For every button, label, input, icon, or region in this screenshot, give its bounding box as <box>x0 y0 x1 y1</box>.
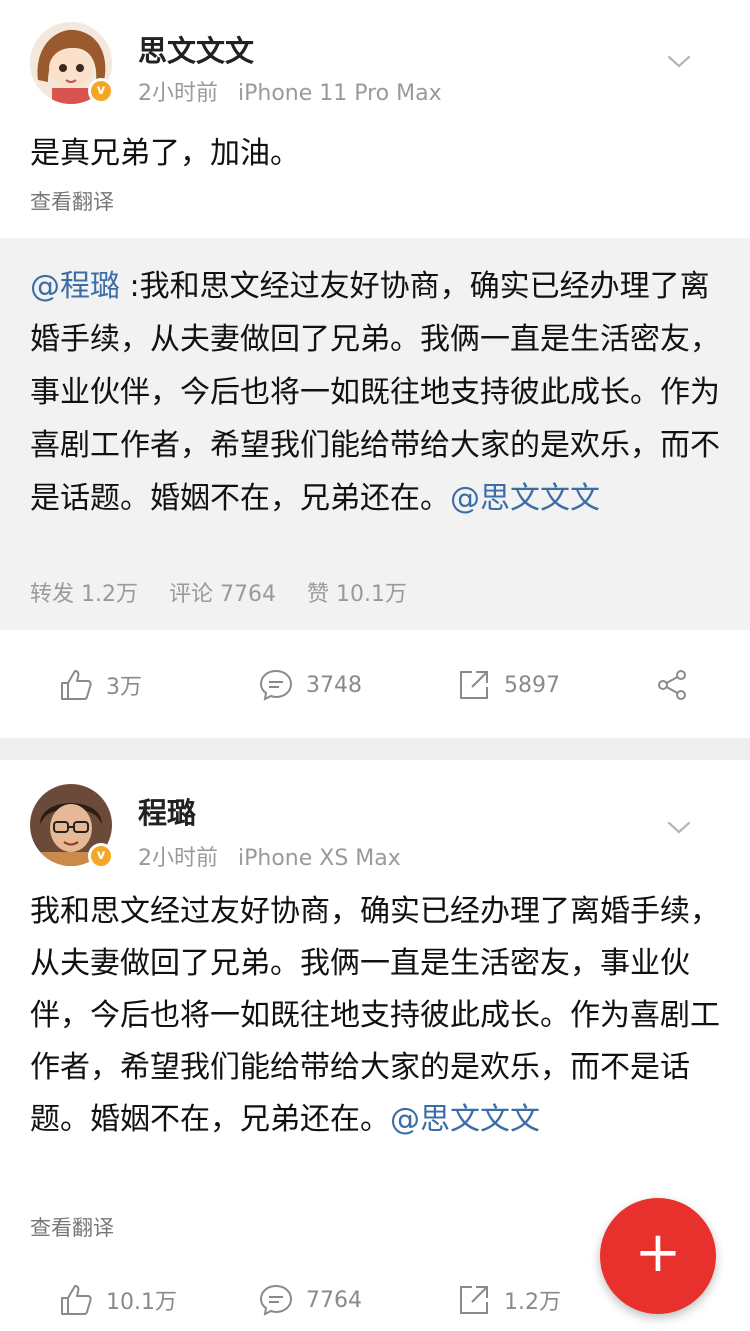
repost-count: 转发 1.2万 <box>30 582 138 607</box>
comment-button[interactable]: 7764 <box>258 1270 362 1330</box>
post-time: 2小时前 <box>138 846 218 871</box>
forward-count: 5897 <box>504 672 560 698</box>
post-text: 是真兄弟了，加油。 <box>30 136 300 171</box>
comment-count: 3748 <box>306 672 362 698</box>
chevron-down-icon[interactable] <box>664 46 694 76</box>
translate-link[interactable]: 查看翻译 <box>30 186 114 216</box>
forward-button[interactable]: 5897 <box>456 655 560 715</box>
post-divider <box>0 738 750 760</box>
repost-like-count: 赞 10.1万 <box>306 582 407 607</box>
forward-icon <box>460 1286 488 1314</box>
post-device: iPhone XS Max <box>238 846 401 871</box>
verified-badge-icon: v <box>88 78 114 104</box>
comment-button[interactable]: 3748 <box>258 655 362 715</box>
comment-icon <box>259 1284 293 1316</box>
share-button[interactable] <box>654 655 702 715</box>
chevron-down-icon[interactable] <box>664 812 694 842</box>
action-bar: 3万 3748 5897 <box>0 655 750 715</box>
comment-icon <box>259 669 293 701</box>
like-count: 3万 <box>106 675 142 700</box>
post-device: iPhone 11 Pro Max <box>238 81 442 106</box>
post-text: 我和思文经过友好协商，确实已经办理了离婚手续，从夫妻做回了兄弟。我俩一直是生活密… <box>30 886 720 1146</box>
username[interactable]: 思文文文 <box>138 28 254 70</box>
like-count: 10.1万 <box>106 1290 177 1315</box>
translate-link[interactable]: 查看翻译 <box>30 1212 114 1242</box>
post-tail-mention[interactable]: @思文文文 <box>390 1102 540 1137</box>
repost-tail-mention[interactable]: @思文文文 <box>450 481 600 516</box>
repost-card[interactable]: @程璐 :我和思文经过友好协商，确实已经办理了离婚手续，从夫妻做回了兄弟。我俩一… <box>0 238 750 630</box>
weibo-post-1: v 思文文文 2小时前 iPhone 11 Pro Max 是真兄弟了，加油。 查… <box>0 0 750 738</box>
thumbs-up-icon <box>61 670 92 700</box>
forward-count: 1.2万 <box>504 1290 561 1315</box>
repost-comment-count: 评论 7764 <box>168 582 276 607</box>
forward-button[interactable]: 1.2万 <box>456 1270 561 1330</box>
compose-button[interactable]: + <box>600 1198 716 1314</box>
verified-badge-icon: v <box>88 843 114 869</box>
post-time: 2小时前 <box>138 81 218 106</box>
like-button[interactable]: 10.1万 <box>58 1270 177 1330</box>
post-meta: 2小时前 iPhone XS Max <box>138 840 401 872</box>
username[interactable]: 程璐 <box>138 790 196 832</box>
post-body: 我和思文经过友好协商，确实已经办理了离婚手续，从夫妻做回了兄弟。我俩一直是生活密… <box>30 894 720 1137</box>
forward-icon <box>460 671 488 699</box>
repost-text: @程璐 :我和思文经过友好协商，确实已经办理了离婚手续，从夫妻做回了兄弟。我俩一… <box>30 260 720 525</box>
repost-author-mention[interactable]: @程璐 <box>30 269 120 304</box>
thumbs-up-icon <box>61 1285 92 1315</box>
share-icon <box>658 670 686 700</box>
post-meta: 2小时前 iPhone 11 Pro Max <box>138 75 442 107</box>
repost-stats: 转发 1.2万 评论 7764 赞 10.1万 <box>30 576 431 608</box>
like-button[interactable]: 3万 <box>58 655 142 715</box>
comment-count: 7764 <box>306 1287 362 1313</box>
repost-body: :我和思文经过友好协商，确实已经办理了离婚手续，从夫妻做回了兄弟。我俩一直是生活… <box>30 269 720 516</box>
